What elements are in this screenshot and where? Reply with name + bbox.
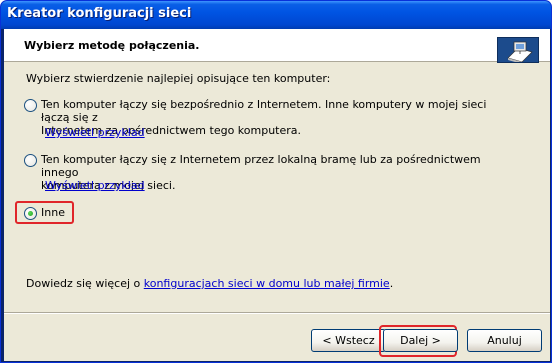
learn-more-suffix: . [389, 277, 394, 290]
option-label: Inne [41, 206, 501, 219]
home-network-link[interactable]: konfiguracjach sieci w domu lub małej fi… [144, 277, 390, 290]
option-gateway-connection[interactable]: Ten komputer łączy się z Internetem prze… [24, 153, 494, 193]
learn-more-prefix: Dowiedz się więcej o [26, 277, 144, 290]
network-computer-icon [497, 37, 539, 63]
option-line: Ten komputer łączy się bezpośrednio z In… [41, 98, 487, 124]
learn-more-text: Dowiedz się więcej o konfiguracjach siec… [26, 277, 393, 290]
wizard-window: Kreator konfiguracji sieci Wybierz metod… [0, 0, 552, 363]
page-title: Wybierz metodę połączenia. [24, 39, 200, 52]
option-other[interactable]: Inne [24, 206, 494, 222]
highlight-outline [15, 201, 74, 224]
option-line: Inne [41, 206, 65, 219]
wizard-header: Wybierz metodę połączenia. [4, 29, 550, 63]
show-example-link[interactable]: Wyświetl przykład [45, 126, 145, 139]
radio-gateway-connection[interactable] [24, 154, 37, 167]
next-button[interactable]: Dalej > [383, 329, 458, 352]
dialog-body: Wybierz metodę połączenia. Wybierz stwie… [4, 29, 550, 361]
back-button[interactable]: < Wstecz [311, 329, 386, 352]
option-line: Ten komputer łączy się z Internetem prze… [41, 153, 481, 179]
show-example-link[interactable]: Wyświetl przykład [45, 179, 145, 192]
cancel-button[interactable]: Anuluj [467, 329, 542, 352]
footer-separator [4, 312, 550, 314]
title-bar[interactable]: Kreator konfiguracji sieci [1, 1, 551, 29]
intro-text: Wybierz stwierdzenie najlepiej opisujące… [26, 72, 331, 85]
option-direct-connection[interactable]: Ten komputer łączy się bezpośrednio z In… [24, 98, 494, 139]
window-title: Kreator konfiguracji sieci [7, 6, 192, 21]
radio-direct-connection[interactable] [24, 99, 37, 112]
